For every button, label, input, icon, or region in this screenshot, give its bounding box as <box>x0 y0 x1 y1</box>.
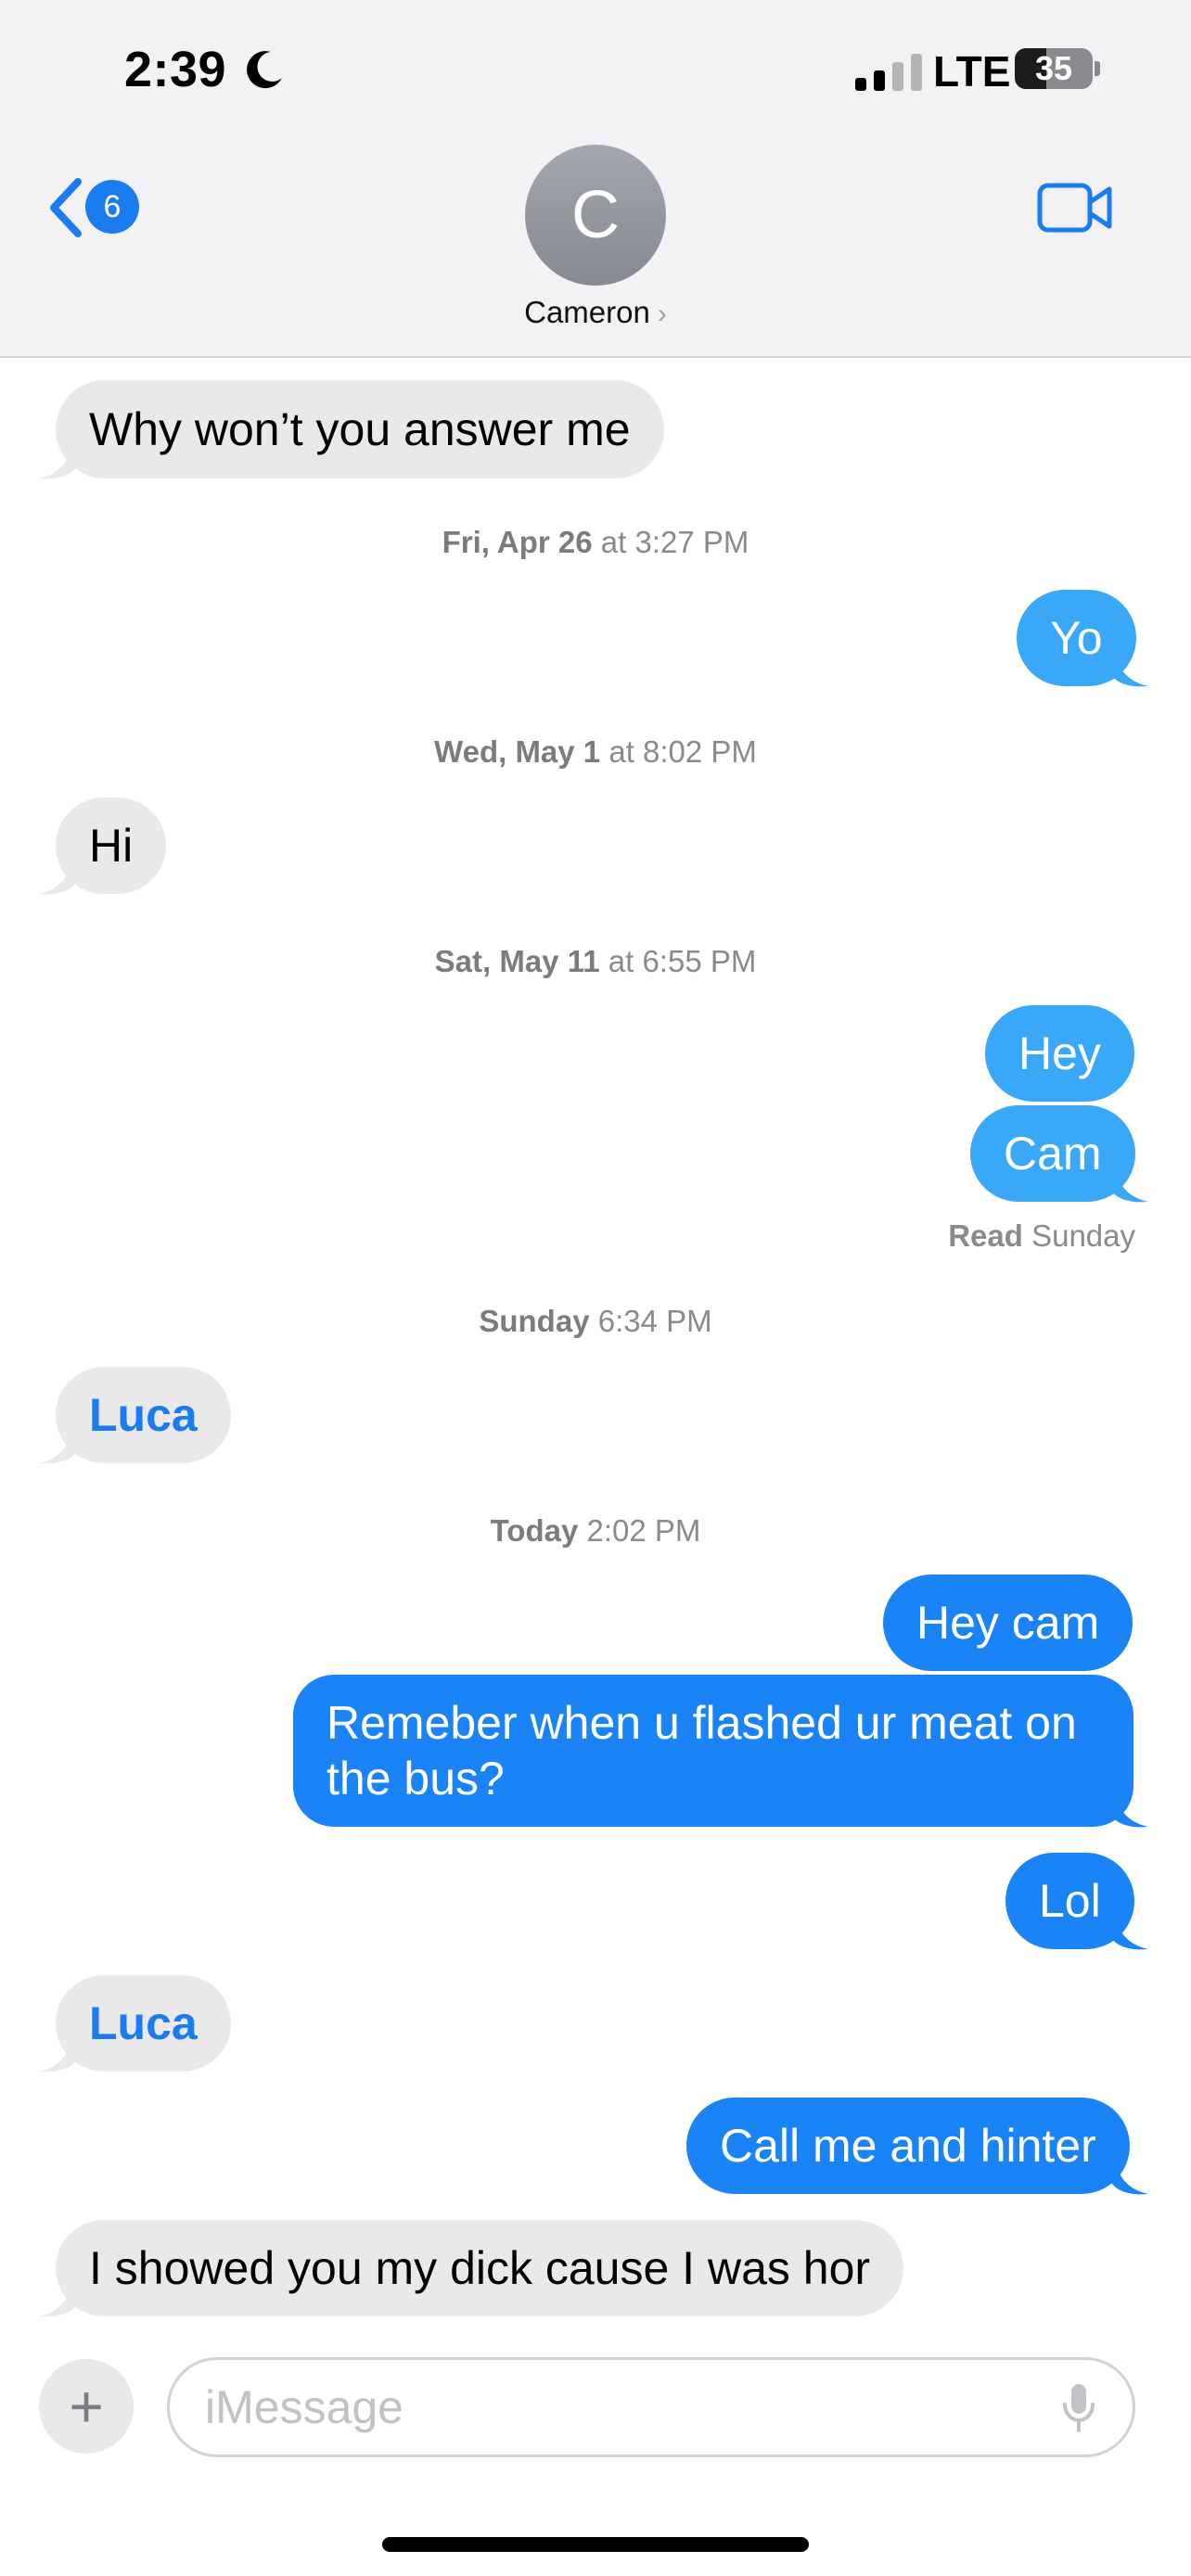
outgoing-message[interactable]: Cam <box>970 1105 1135 1202</box>
timestamp: Wed, May 1 at 8:02 PM <box>0 734 1191 770</box>
bubble-tail <box>39 443 76 479</box>
incoming-message[interactable]: Why won’t you answer me <box>56 380 664 478</box>
read-receipt: Read Sunday <box>948 1218 1135 1254</box>
read-label: Read <box>948 1218 1023 1253</box>
contact-name-label: Cameron <box>524 295 650 329</box>
outgoing-message[interactable]: Hey <box>985 1005 1134 1102</box>
outgoing-message[interactable]: Hey cam <box>883 1575 1133 1671</box>
incoming-mention-message[interactable]: Luca <box>56 1975 231 2072</box>
cellular-signal-icon <box>855 54 922 91</box>
bubble-tail <box>1111 651 1148 687</box>
bubble-tail <box>1111 2159 1148 2195</box>
message-text: Hi <box>89 820 134 872</box>
focus-moon-icon <box>247 51 282 89</box>
message-text: Why won’t you answer me <box>89 403 631 455</box>
battery-icon: 35 <box>1015 48 1093 89</box>
bubble-tail <box>1111 1792 1148 1828</box>
timestamp-day: Fri, Apr 26 <box>442 525 593 559</box>
timestamp: Sat, May 11 at 6:55 PM <box>0 944 1191 979</box>
incoming-mention-message[interactable]: Luca <box>56 1367 231 1463</box>
bubble-tail <box>39 2036 76 2072</box>
message-text: I showed you my dick cause I was hor <box>89 2242 871 2294</box>
message-text: Hey cam <box>916 1597 1100 1649</box>
bubble-tail <box>39 1428 76 1464</box>
bubble-tail <box>39 2281 76 2317</box>
bubble-tail <box>1111 1167 1148 1203</box>
plus-icon: + <box>69 2373 104 2440</box>
contact-name[interactable]: Cameron › <box>0 295 1191 330</box>
unread-count-badge[interactable]: 6 <box>85 180 139 234</box>
timestamp-day: Today <box>490 1513 579 1548</box>
message-input-placeholder: iMessage <box>205 2381 403 2433</box>
timestamp-day: Wed, May 1 <box>434 734 601 769</box>
message-text-line: Remeber when u flashed ur meat on <box>327 1697 1077 1749</box>
timestamp-time: 2:02 PM <box>578 1513 701 1548</box>
timestamp: Today 2:02 PM <box>0 1513 1191 1549</box>
message-text: Cam <box>1004 1128 1102 1180</box>
outgoing-message[interactable]: Call me and hinter <box>686 2098 1130 2194</box>
status-time: 2:39 <box>124 42 227 97</box>
message-text: Call me and hinter <box>720 2120 1096 2172</box>
timestamp-time: 6:34 PM <box>589 1304 712 1338</box>
timestamp-time: at 8:02 PM <box>600 734 757 769</box>
video-call-icon[interactable] <box>1037 182 1113 234</box>
message-input[interactable]: iMessage <box>167 2357 1135 2457</box>
home-indicator[interactable] <box>382 2537 809 2552</box>
battery-cap <box>1095 61 1100 76</box>
apps-plus-button[interactable]: + <box>39 2359 134 2454</box>
microphone-icon[interactable] <box>1060 2382 1097 2434</box>
contact-mention-link[interactable]: Luca <box>89 1389 198 1441</box>
timestamp-day: Sat, May 11 <box>434 944 600 978</box>
contact-avatar[interactable]: C <box>525 145 666 286</box>
timestamp-time: at 3:27 PM <box>592 525 749 559</box>
chevron-right-icon: › <box>657 299 667 329</box>
battery-level: 35 <box>1034 49 1073 87</box>
bubble-tail <box>39 859 76 895</box>
bubble-tail <box>1111 1914 1148 1950</box>
timestamp: Sunday 6:34 PM <box>0 1304 1191 1339</box>
message-text: Lol <box>1039 1875 1101 1927</box>
network-type-label: LTE <box>933 47 1011 96</box>
timestamp-time: at 6:55 PM <box>599 944 757 978</box>
message-text-line: the bus? <box>327 1753 505 1804</box>
read-time: Sunday <box>1022 1218 1135 1253</box>
conversation-header: 2:39 LTE 35 6 C Cameron › <box>0 0 1191 358</box>
incoming-message[interactable]: I showed you my dick cause I was hor <box>56 2220 904 2316</box>
outgoing-message[interactable]: Remeber when u flashed ur meat on the bu… <box>293 1675 1133 1827</box>
timestamp-day: Sunday <box>479 1304 590 1338</box>
timestamp: Fri, Apr 26 at 3:27 PM <box>0 525 1191 560</box>
contact-mention-link[interactable]: Luca <box>89 1997 198 2049</box>
message-text: Hey <box>1018 1027 1101 1079</box>
message-text: Yo <box>1050 612 1103 664</box>
